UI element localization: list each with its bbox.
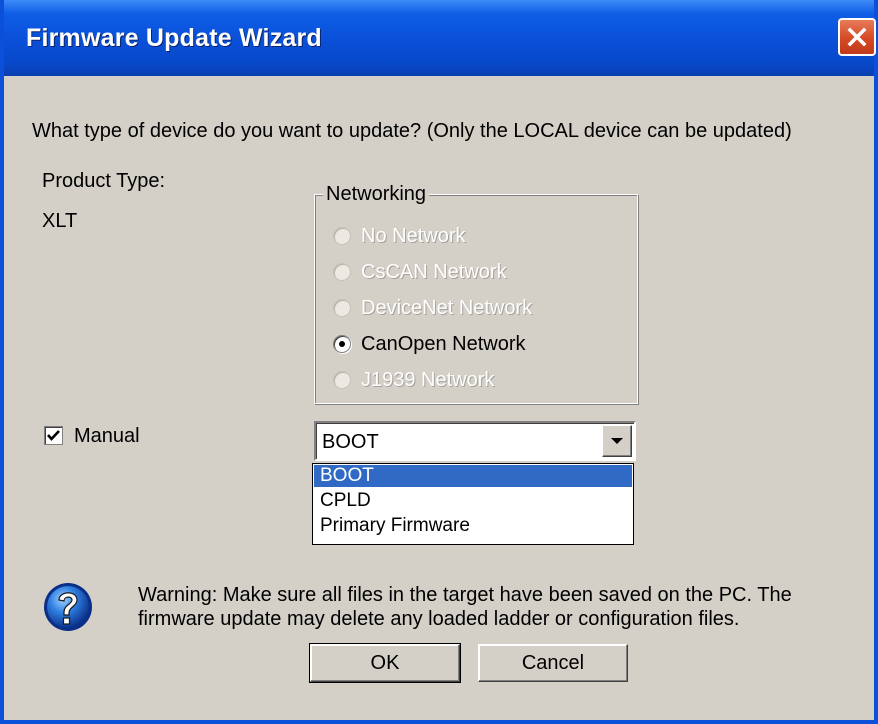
title-bar[interactable]: Firmware Update Wizard — [4, 0, 876, 76]
radio-j1939-network[interactable]: J1939 Network — [333, 367, 494, 393]
manual-checkbox[interactable] — [44, 426, 63, 445]
radio-label: CsCAN Network — [361, 260, 507, 283]
dropdown-option-cpld[interactable]: CPLD — [314, 490, 632, 512]
dropdown-option-primary-firmware[interactable]: Primary Firmware — [314, 515, 632, 537]
radio-label: J1939 Network — [361, 368, 495, 391]
firmware-update-dialog: Firmware Update Wizard What type of devi… — [0, 0, 878, 724]
radio-button-selected — [333, 335, 351, 353]
warning-text-line-2: firmware update may delete any loaded la… — [138, 608, 740, 630]
radio-label: No Network — [361, 224, 466, 247]
networking-legend: Networking — [323, 183, 430, 206]
radio-cscan-network[interactable]: CsCAN Network — [333, 259, 507, 285]
question-icon — [44, 583, 92, 631]
radio-canopen-network[interactable]: CanOpen Network — [333, 331, 526, 357]
dialog-body: What type of device do you want to updat… — [4, 76, 874, 720]
window-title: Firmware Update Wizard — [26, 24, 322, 52]
product-type-value: XLT — [42, 210, 78, 232]
radio-no-network[interactable]: No Network — [333, 223, 465, 249]
firmware-type-combobox[interactable]: BOOT — [314, 421, 636, 461]
cancel-button-label: Cancel — [521, 651, 585, 674]
manual-label: Manual — [74, 425, 140, 447]
radio-label: CanOpen Network — [361, 332, 526, 355]
close-icon — [847, 27, 867, 47]
radio-button — [333, 299, 351, 317]
combobox-value: BOOT — [322, 431, 379, 453]
product-type-label: Product Type: — [42, 170, 166, 192]
radio-button — [333, 371, 351, 389]
networking-groupbox: Networking No Network CsCAN Network Devi… — [314, 183, 638, 404]
radio-button — [333, 263, 351, 281]
chevron-down-icon — [611, 438, 623, 444]
checkmark-icon — [47, 430, 60, 441]
cancel-button[interactable]: Cancel — [478, 644, 628, 682]
close-button[interactable] — [838, 18, 876, 56]
radio-label: DeviceNet Network — [361, 296, 533, 319]
warning-text-line-1: Warning: Make sure all files in the targ… — [138, 584, 792, 606]
combobox-dropdown-button[interactable] — [602, 425, 632, 457]
radio-button — [333, 227, 351, 245]
radio-devicenet-network[interactable]: DeviceNet Network — [333, 295, 532, 321]
dropdown-option-boot[interactable]: BOOT — [314, 465, 632, 487]
ok-button-label: OK — [370, 651, 400, 674]
firmware-type-dropdown-list: BOOT CPLD Primary Firmware — [312, 463, 634, 545]
prompt-text: What type of device do you want to updat… — [32, 120, 792, 142]
ok-button[interactable]: OK — [309, 643, 461, 683]
